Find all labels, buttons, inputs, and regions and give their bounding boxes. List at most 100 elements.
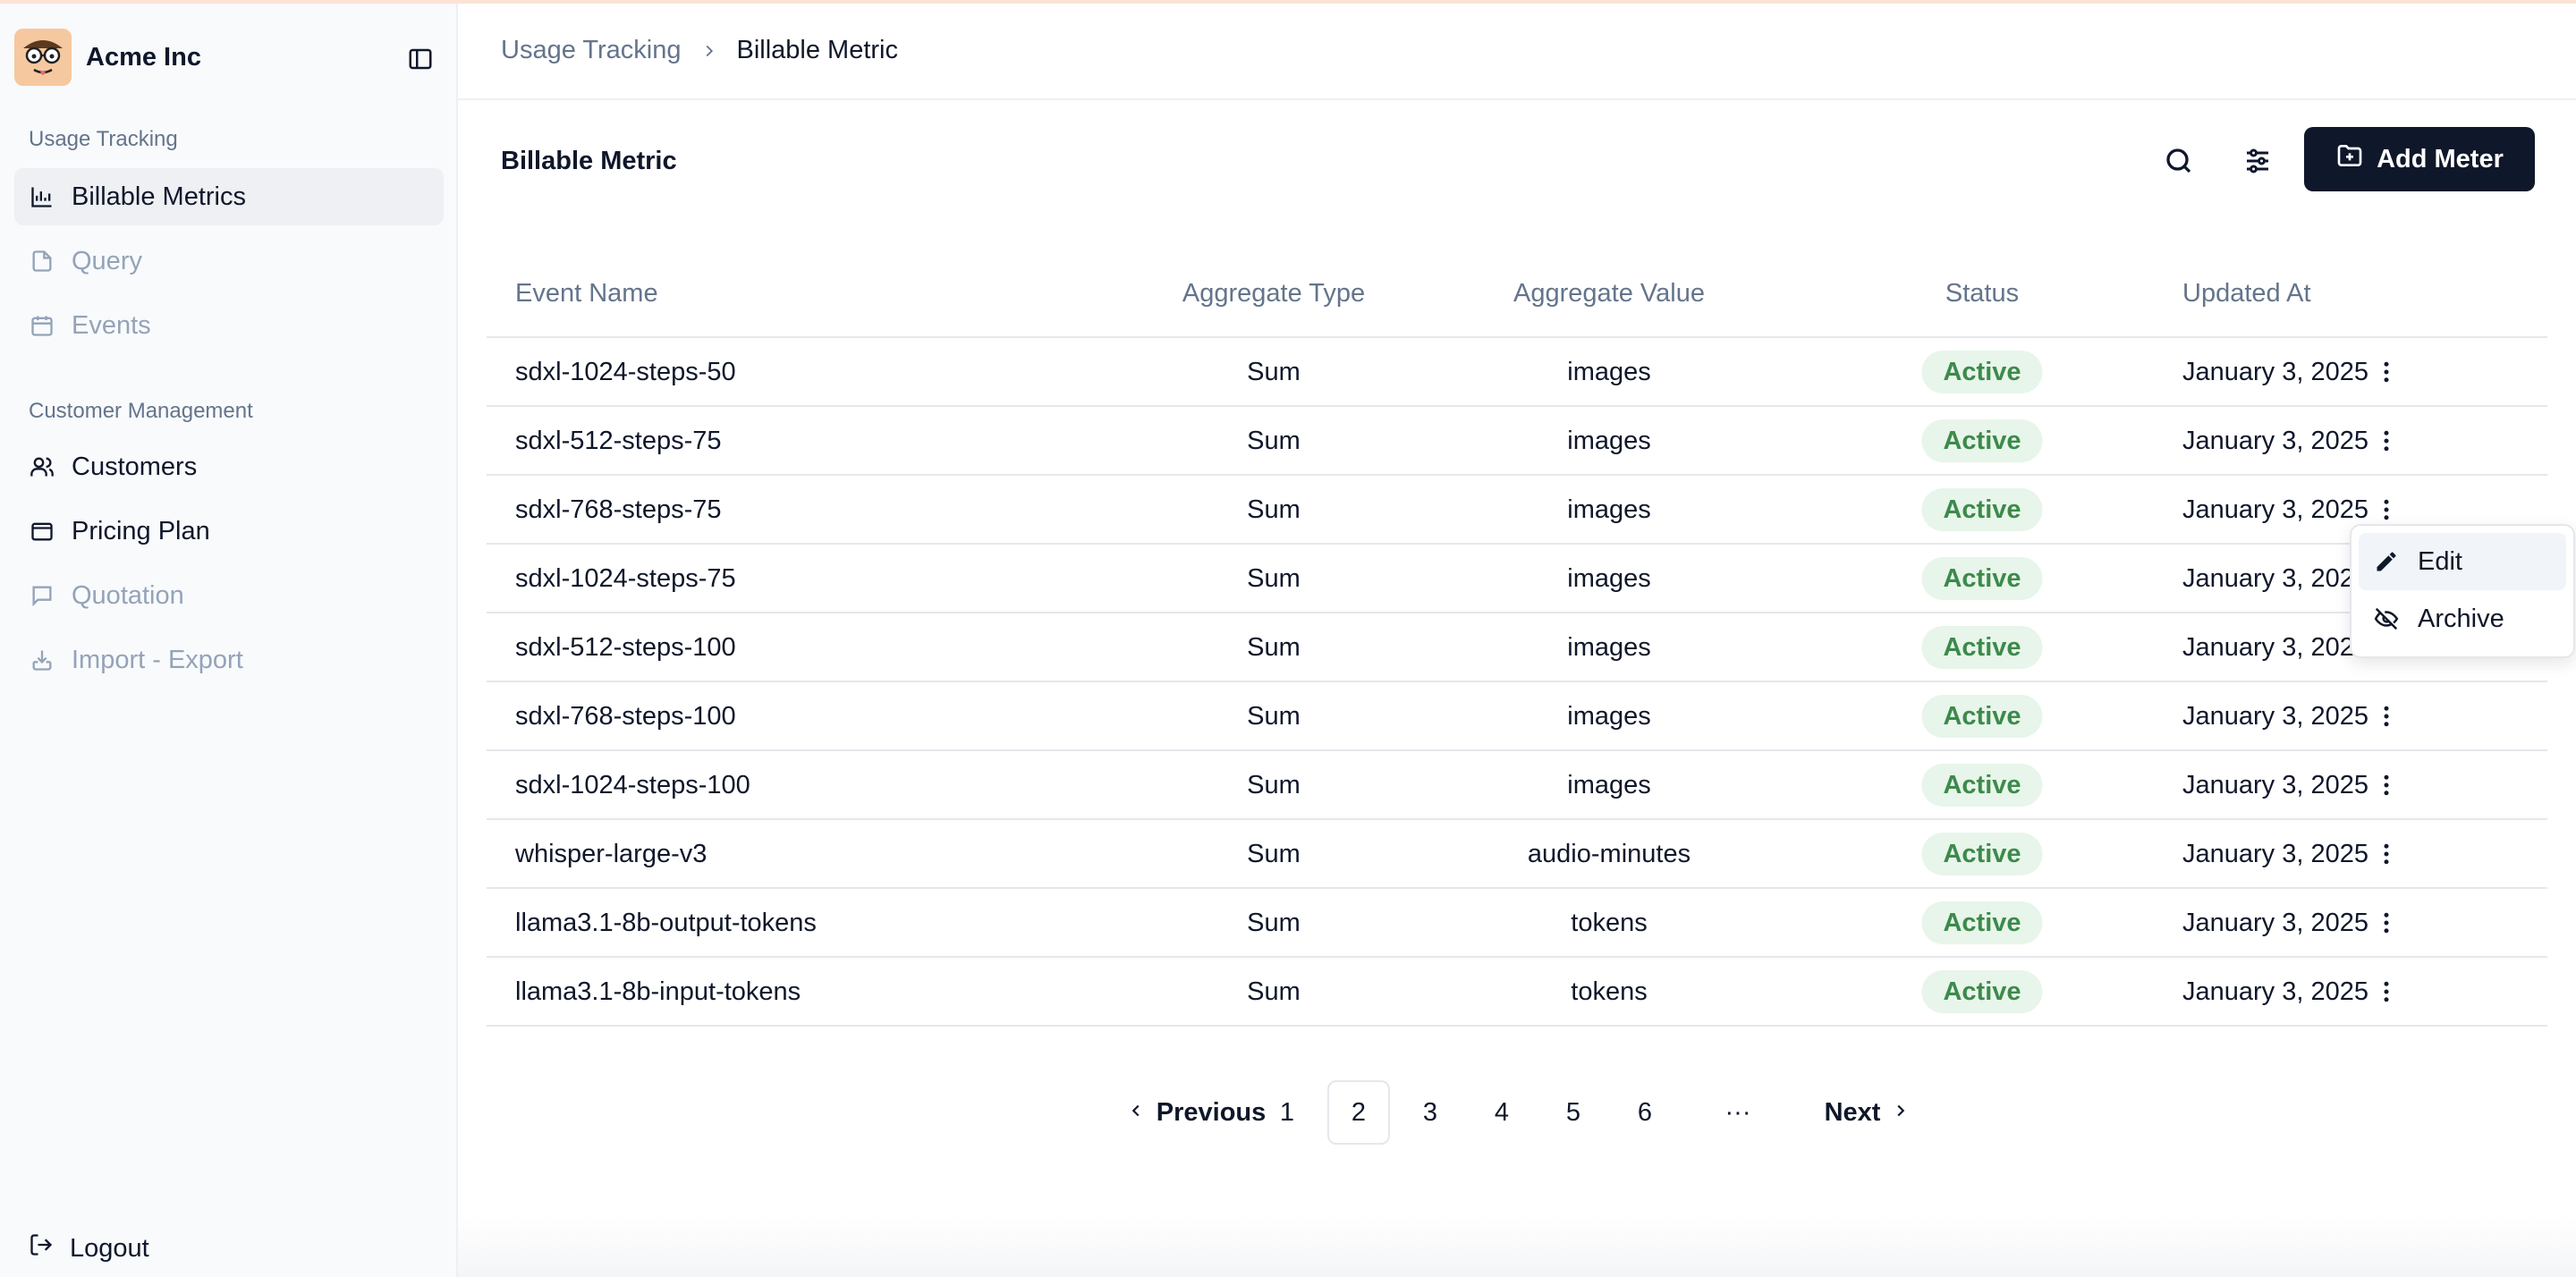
main-content: Usage Tracking Billable Metric Billable … <box>458 4 2576 1277</box>
aggregate-type-cell: Sum <box>1247 909 1301 937</box>
sidebar-item-events[interactable]: Events <box>14 297 444 354</box>
more-vertical-icon[interactable] <box>2365 351 2408 393</box>
import-icon <box>29 647 55 673</box>
status-badge: Active <box>1921 557 2043 600</box>
aggregate-type-cell: Sum <box>1247 427 1301 455</box>
filter-sliders-icon[interactable] <box>2233 136 2283 186</box>
updated-at-cell: January 3, 2025 <box>2182 358 2368 386</box>
status-badge: Active <box>1921 764 2043 807</box>
status-badge: Active <box>1921 970 2043 1013</box>
menu-item-archive[interactable]: Archive <box>2359 590 2566 647</box>
menu-item-edit[interactable]: Edit <box>2359 533 2566 590</box>
menu-item-label: Archive <box>2418 604 2504 633</box>
event-name-cell: sdxl-768-steps-100 <box>515 702 736 731</box>
page-button-6[interactable]: 6 <box>1614 1080 1676 1145</box>
table-row[interactable]: sdxl-768-steps-75 Sum images Active January … <box>487 476 2547 545</box>
sidebar-item-quotation[interactable]: Quotation <box>14 567 444 624</box>
sidebar-item-import-export[interactable]: Import - Export <box>14 631 444 689</box>
aggregate-value-cell: images <box>1567 495 1651 524</box>
column-header-event-name[interactable]: Event Name <box>515 279 658 309</box>
page-button-3[interactable]: 3 <box>1399 1080 1462 1145</box>
status-badge: Active <box>1921 833 2043 875</box>
aggregate-value-cell: tokens <box>1571 909 1648 937</box>
table-row[interactable]: sdxl-512-steps-100 Sum images Active January… <box>487 613 2547 682</box>
aggregate-value-cell: images <box>1567 427 1651 455</box>
chevron-left-icon <box>1126 1098 1146 1128</box>
updated-at-cell: January 3, 2025 <box>2182 977 2368 1006</box>
sidebar-item-billable-metrics[interactable]: Billable Metrics <box>14 168 444 225</box>
logout-button[interactable]: Logout <box>29 1232 149 1264</box>
sidebar-toggle-icon[interactable] <box>404 43 436 75</box>
more-vertical-icon[interactable] <box>2365 833 2408 875</box>
sidebar-item-query[interactable]: Query <box>14 233 444 290</box>
column-header-status[interactable]: Status <box>1945 279 2019 309</box>
pagination-ellipsis: ··· <box>1724 1097 1751 1127</box>
search-icon[interactable] <box>2154 136 2204 186</box>
event-name-cell: sdxl-768-steps-75 <box>515 495 722 524</box>
more-vertical-icon[interactable] <box>2365 764 2408 807</box>
table-row[interactable]: sdxl-1024-steps-100 Sum images Active Januar… <box>487 751 2547 820</box>
breadcrumb-current: Billable Metric <box>736 36 899 64</box>
column-header-updated-at[interactable]: Updated At <box>2182 279 2311 309</box>
page-button-4[interactable]: 4 <box>1470 1080 1533 1145</box>
table-row[interactable]: llama3.1-8b-input-tokens Sum tokens Active J… <box>487 958 2547 1027</box>
table-row[interactable]: sdxl-1024-steps-75 Sum images Active January… <box>487 545 2547 613</box>
event-name-cell: llama3.1-8b-input-tokens <box>515 977 801 1006</box>
status-badge: Active <box>1921 626 2043 669</box>
page-button-5[interactable]: 5 <box>1542 1080 1605 1145</box>
table-row[interactable]: llama3.1-8b-output-tokens Sum tokens Active… <box>487 889 2547 958</box>
chevron-right-icon <box>1891 1098 1911 1128</box>
more-vertical-icon[interactable] <box>2365 419 2408 462</box>
column-header-aggregate-type[interactable]: Aggregate Type <box>1140 279 1408 309</box>
more-vertical-icon[interactable] <box>2365 901 2408 944</box>
sidebar-item-pricing-plan[interactable]: Pricing Plan <box>14 503 444 560</box>
aggregate-type-cell: Sum <box>1247 977 1301 1006</box>
next-page-button[interactable]: Next <box>1814 1080 1921 1145</box>
previous-page-button[interactable]: Previous <box>1120 1080 1272 1145</box>
section-label-usage-tracking: Usage Tracking <box>29 127 178 151</box>
table-row[interactable]: sdxl-512-steps-75 Sum images Active January … <box>487 407 2547 476</box>
updated-at-cell: January 3, 2025 <box>2182 702 2368 731</box>
next-label: Next <box>1824 1097 1881 1127</box>
event-name-cell: sdxl-512-steps-100 <box>515 633 736 662</box>
sidebar-item-label: Import - Export <box>72 645 243 674</box>
aggregate-type-cell: Sum <box>1247 564 1301 593</box>
row-actions-menu: Edit Archive <box>2350 524 2575 658</box>
status-badge: Active <box>1921 488 2043 531</box>
section-label-customer-management: Customer Management <box>29 399 253 423</box>
brand-name: Acme Inc <box>86 42 201 72</box>
status-badge: Active <box>1921 695 2043 738</box>
status-badge: Active <box>1921 419 2043 462</box>
users-icon <box>29 453 55 480</box>
table-row[interactable]: sdxl-1024-steps-50 Sum images Active January… <box>487 338 2547 407</box>
brand[interactable]: Acme Inc <box>14 29 201 86</box>
add-meter-label: Add Meter <box>2377 144 2504 173</box>
table-row[interactable]: sdxl-768-steps-100 Sum images Active January… <box>487 682 2547 751</box>
table-body: sdxl-1024-steps-50 Sum images Active January… <box>487 338 2547 1027</box>
aggregate-type-cell: Sum <box>1247 702 1301 731</box>
breadcrumb-parent[interactable]: Usage Tracking <box>501 36 682 65</box>
page-title: Billable Metric <box>501 147 677 175</box>
eye-off-icon <box>2373 605 2400 632</box>
pencil-icon <box>2373 548 2400 575</box>
pagination: Previous 123456 ··· Next <box>458 1080 2576 1145</box>
chart-icon <box>29 183 55 210</box>
aggregate-value-cell: images <box>1567 771 1651 799</box>
more-vertical-icon[interactable] <box>2365 695 2408 738</box>
page-button-2[interactable]: 2 <box>1327 1080 1390 1145</box>
table-header: Event Name Aggregate Type Aggregate Valu… <box>487 259 2547 338</box>
aggregate-value-cell: tokens <box>1571 977 1648 1006</box>
table-row[interactable]: whisper-large-v3 Sum audio-minutes Active Ja… <box>487 820 2547 889</box>
sidebar-item-customers[interactable]: Customers <box>14 438 444 495</box>
logout-icon <box>29 1232 54 1264</box>
event-name-cell: sdxl-512-steps-75 <box>515 427 722 455</box>
aggregate-value-cell: images <box>1567 633 1651 662</box>
event-name-cell: llama3.1-8b-output-tokens <box>515 909 817 937</box>
more-vertical-icon[interactable] <box>2365 970 2408 1013</box>
add-meter-button[interactable]: Add Meter <box>2304 127 2535 191</box>
column-header-aggregate-value[interactable]: Aggregate Value <box>1466 279 1752 309</box>
updated-at-cell: January 3, 2025 <box>2182 840 2368 868</box>
previous-label: Previous <box>1156 1097 1267 1127</box>
aggregate-value-cell: images <box>1567 358 1651 386</box>
page-button-1[interactable]: 1 <box>1256 1080 1318 1145</box>
